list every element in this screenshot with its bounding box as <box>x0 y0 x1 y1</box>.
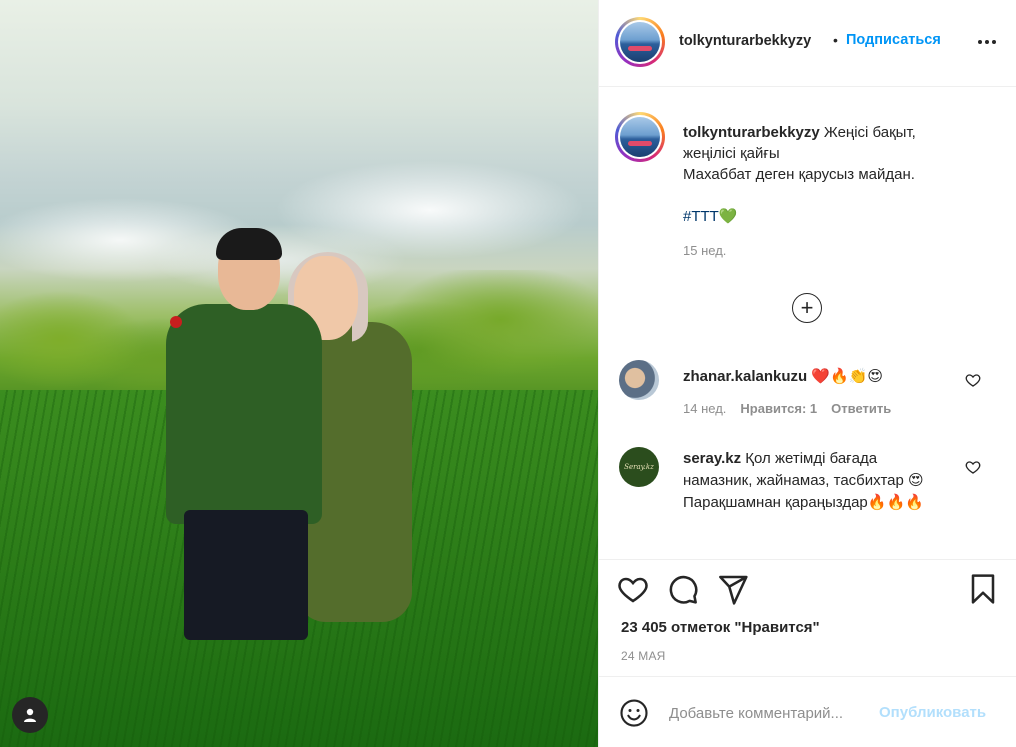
photo-man-trousers <box>184 510 308 640</box>
comment-text: seray.kz Қол жетімді бағада намазник, жа… <box>683 448 948 514</box>
likes-count[interactable]: 23 405 отметок "Нравится" <box>621 619 820 636</box>
paper-plane-icon[interactable] <box>717 573 749 605</box>
separator-dot: • <box>833 32 838 48</box>
caption-line-1: Жеңісі бақыт, <box>823 124 916 141</box>
comment-like-heart-icon[interactable] <box>965 372 981 388</box>
caption-username[interactable]: tolkynturarbekkyzy <box>683 124 820 141</box>
comment-icon[interactable] <box>667 573 699 605</box>
heart-icon[interactable] <box>617 573 649 605</box>
commenter-username[interactable]: zhanar.kalankuzu <box>683 368 807 385</box>
comment-timestamp[interactable]: 14 нед. <box>683 401 726 416</box>
reply-button[interactable]: Ответить <box>831 401 891 416</box>
more-options-icon[interactable] <box>975 30 999 54</box>
caption-line-3: Махаббат деген қарусыз майдан. <box>683 166 915 183</box>
caption-author-avatar[interactable] <box>615 112 665 162</box>
post-actions: 23 405 отметок "Нравится" 24 мая <box>599 561 1016 677</box>
tagged-user-button[interactable] <box>12 697 48 733</box>
commenter-username[interactable]: seray.kz <box>683 450 741 467</box>
comments-section[interactable]: tolkynturarbekkyzy Жеңісі бақыт, жеңіліс… <box>599 88 1016 560</box>
user-icon <box>24 708 36 722</box>
smiley-icon[interactable] <box>619 698 649 728</box>
post-photo[interactable] <box>0 0 598 747</box>
green-heart-emoji: 💚 <box>718 208 738 225</box>
post-header: tolkynturarbekkyzy • Подписаться <box>599 0 1016 87</box>
caption-text: tolkynturarbekkyzy Жеңісі бақыт, жеңіліс… <box>683 122 993 227</box>
load-more-comments-icon[interactable]: + <box>792 293 822 323</box>
comment-like-heart-icon[interactable] <box>965 459 981 475</box>
photo-flower <box>170 316 182 328</box>
caption-timestamp[interactable]: 15 нед. <box>683 243 726 258</box>
bookmark-icon[interactable] <box>967 573 999 605</box>
post-date[interactable]: 24 мая <box>621 649 666 663</box>
add-comment-bar: Опубликовать <box>599 678 1016 747</box>
commenter-avatar[interactable]: Seray.kz <box>619 447 659 487</box>
photo-man-hair <box>216 228 282 260</box>
publish-button[interactable]: Опубликовать <box>879 704 986 721</box>
comment-input[interactable] <box>669 700 874 726</box>
author-username[interactable]: tolkynturarbekkyzy <box>679 33 829 49</box>
comment-meta: 14 нед. Нравится: 1 Ответить <box>683 401 891 416</box>
follow-button[interactable]: Подписаться <box>846 32 941 48</box>
caption-hashtag[interactable]: #ТТТ <box>683 208 719 225</box>
comment-text: zhanar.kalankuzu ❤️🔥👏😍 <box>683 366 948 388</box>
photo-man-shirt <box>166 304 322 524</box>
post-side-panel: tolkynturarbekkyzy • Подписаться tolkynt… <box>598 0 1016 747</box>
avatar-logo-text: Seray.kz <box>624 463 654 471</box>
author-avatar[interactable] <box>615 17 665 67</box>
comment-body: ❤️🔥👏😍 <box>811 368 884 385</box>
commenter-avatar[interactable] <box>619 360 659 400</box>
caption-line-2: жеңілісі қайғы <box>683 145 780 162</box>
comment-likes-count[interactable]: Нравится: 1 <box>740 401 817 416</box>
